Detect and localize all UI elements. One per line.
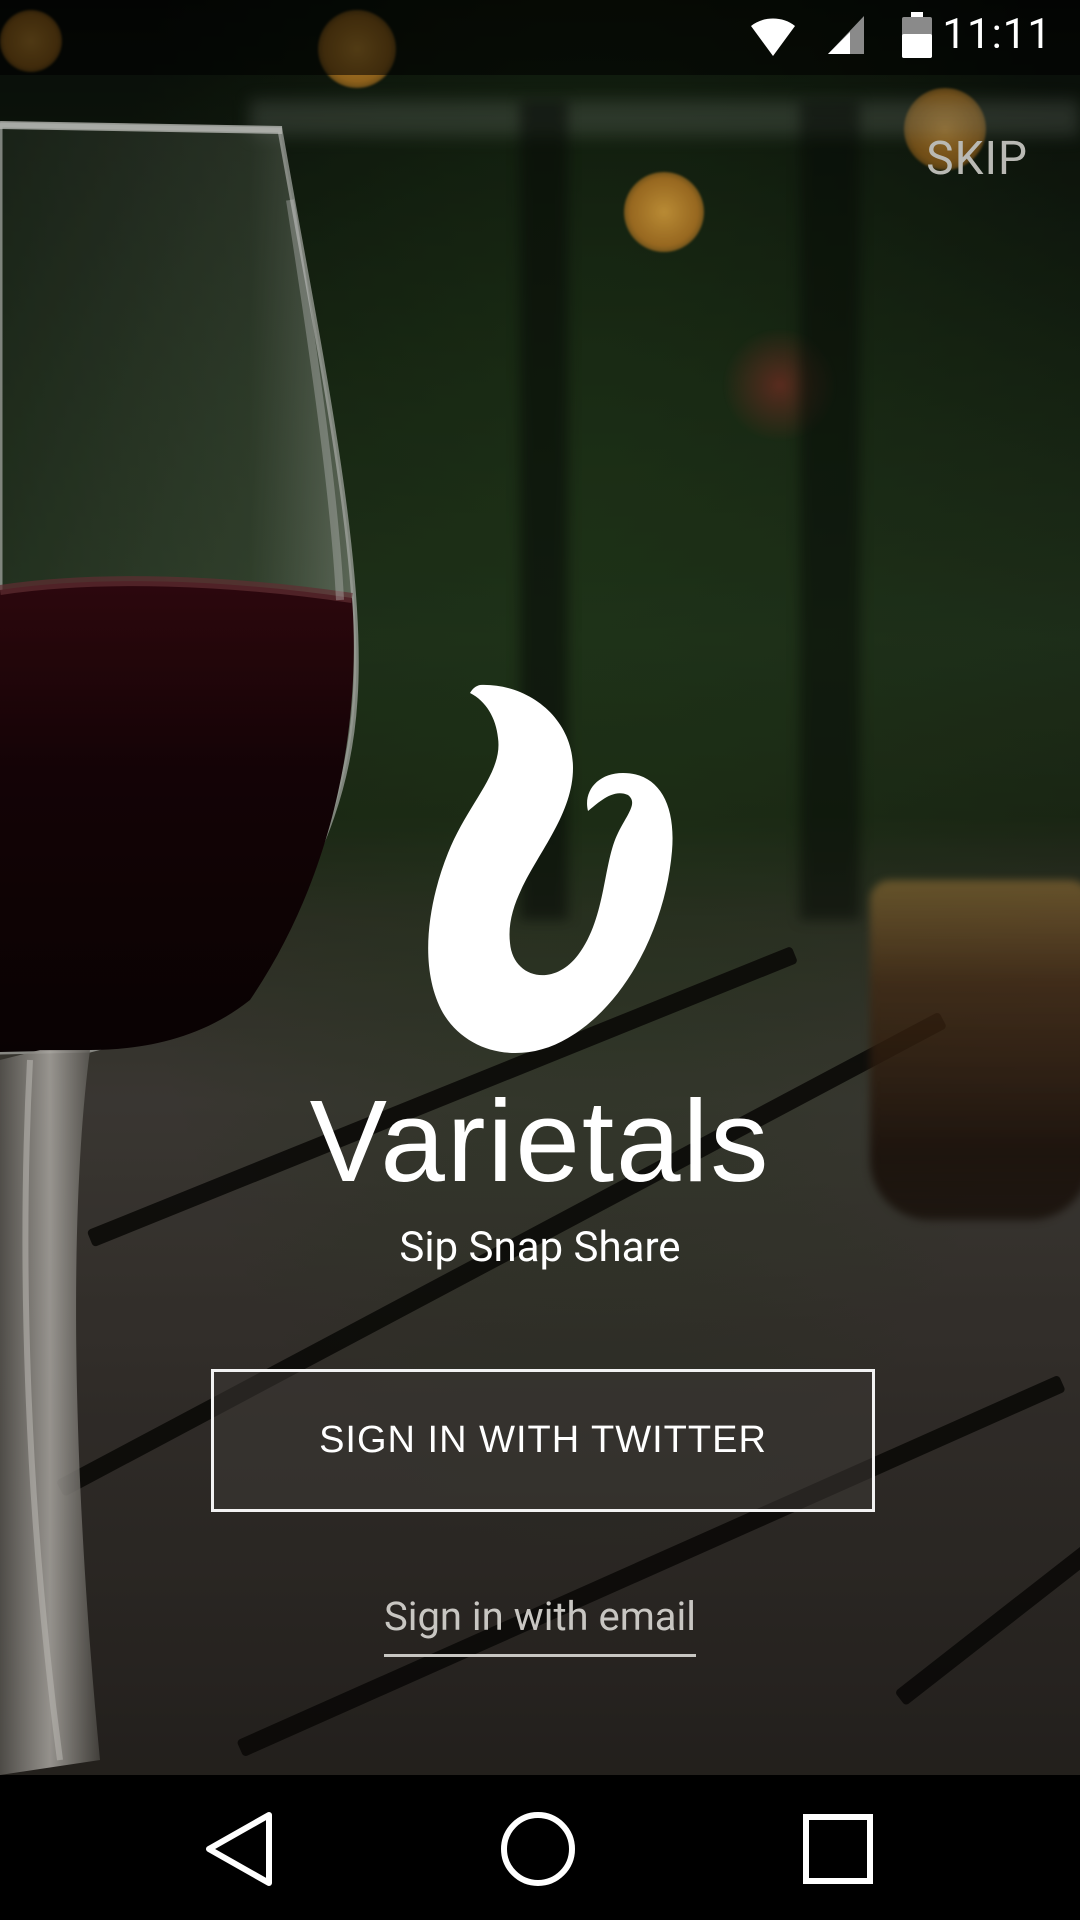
recents-icon[interactable]	[796, 1807, 880, 1891]
sign-in-email-link[interactable]: Sign in with email	[383, 1593, 696, 1657]
sign-in-email-container: Sign in with email	[0, 1593, 1080, 1657]
home-icon[interactable]	[496, 1807, 580, 1891]
wifi-icon	[751, 18, 795, 56]
app-tagline: Sip Snap Share	[399, 1223, 681, 1272]
varietals-logo	[428, 684, 673, 1054]
screen: 11:11 SKIP Varietals Sip Snap Share SIGN…	[0, 0, 1080, 1920]
battery-icon	[902, 12, 932, 58]
skip-button[interactable]: SKIP	[926, 132, 1028, 186]
back-icon[interactable]	[197, 1807, 281, 1891]
navigation-bar	[0, 1775, 1080, 1920]
app-title: Varietals	[309, 1076, 771, 1206]
status-time: 11:11	[942, 10, 1052, 59]
sign-in-twitter-button[interactable]: SIGN IN WITH TWITTER	[211, 1369, 875, 1512]
cellular-signal-icon	[828, 16, 864, 54]
status-bar: 11:11	[0, 0, 1080, 75]
